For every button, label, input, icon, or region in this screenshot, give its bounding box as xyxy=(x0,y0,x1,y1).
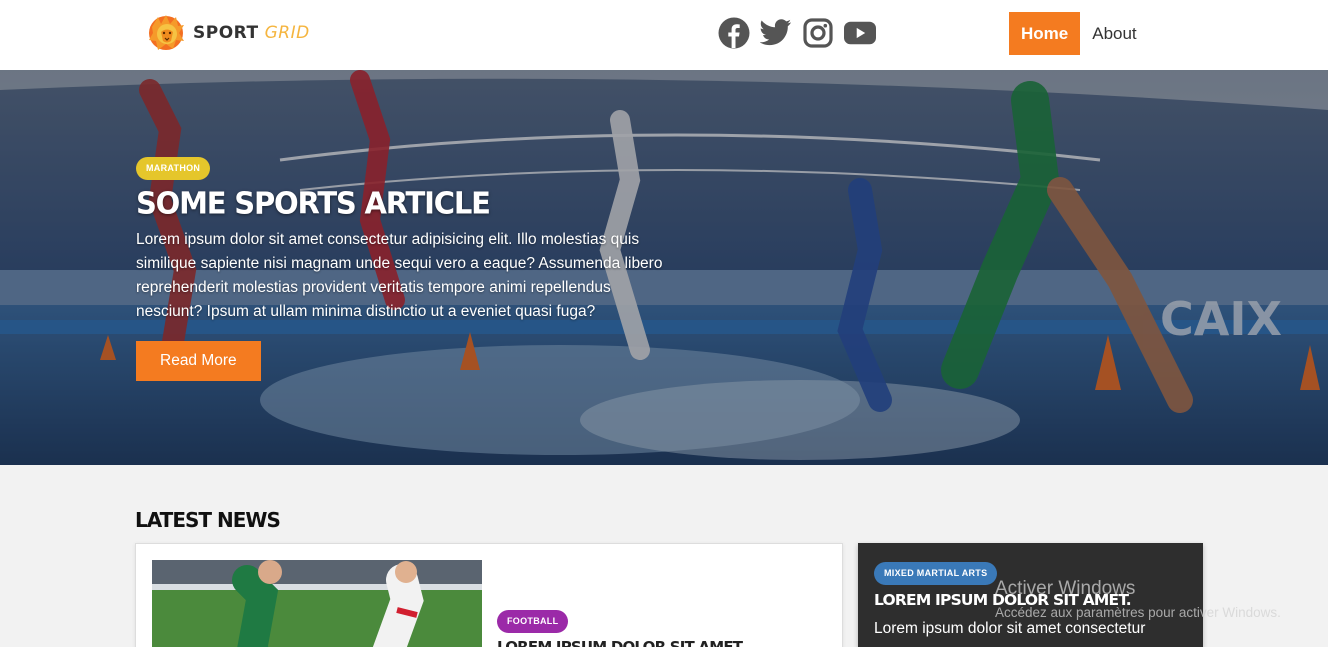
facebook-icon[interactable] xyxy=(718,17,750,49)
instagram-icon[interactable] xyxy=(802,17,834,49)
mma-card-body: MIXED MARTIAL ARTS LOREM IPSUM DOLOR SIT… xyxy=(874,562,1194,638)
main-nav: Home About xyxy=(1009,12,1149,55)
social-links xyxy=(718,17,876,49)
hero-description: Lorem ipsum dolor sit amet consectetur a… xyxy=(136,231,663,320)
mma-tag[interactable]: MIXED MARTIAL ARTS xyxy=(874,562,998,585)
football-image xyxy=(152,560,482,647)
brand-name-light: GRID xyxy=(264,23,310,43)
football-card-title[interactable]: LOREM IPSUM DOLOR SIT AMET. xyxy=(497,638,746,647)
hero-article: MARATHON SOME SPORTS ARTICLE Lorem ipsum… xyxy=(136,157,676,381)
brand-name-bold: SPORT xyxy=(193,23,259,43)
mma-card-title[interactable]: LOREM IPSUM DOLOR SIT AMET. xyxy=(874,591,1194,609)
news-card-football[interactable]: FOOTBALL LOREM IPSUM DOLOR SIT AMET. xyxy=(135,543,843,647)
brand-logo[interactable]: SPORT GRID xyxy=(146,13,310,53)
youtube-icon[interactable] xyxy=(844,17,876,49)
twitter-icon[interactable] xyxy=(760,17,792,49)
hero-title: SOME SPORTS ARTICLE xyxy=(136,185,491,221)
brand-name: SPORT GRID xyxy=(193,23,310,43)
mma-card-text: Lorem ipsum dolor sit amet consectetur xyxy=(874,620,1146,637)
news-card-mma[interactable]: MIXED MARTIAL ARTS LOREM IPSUM DOLOR SIT… xyxy=(858,543,1203,647)
nav-home-link[interactable]: Home xyxy=(1009,12,1081,55)
hero-banner: CAIX MARATHON SOME SPORTS ARTICLE Lorem … xyxy=(0,70,1328,465)
marathon-tag[interactable]: MARATHON xyxy=(136,157,211,180)
lion-logo-icon xyxy=(149,15,184,50)
navbar: SPORT GRID Home About xyxy=(0,0,1328,70)
read-more-button[interactable]: Read More xyxy=(136,341,261,381)
football-tag[interactable]: FOOTBALL xyxy=(497,610,569,633)
nav-about-link[interactable]: About xyxy=(1080,12,1148,55)
football-card-body: FOOTBALL LOREM IPSUM DOLOR SIT AMET. xyxy=(497,610,746,647)
latest-news-heading: LATEST NEWS xyxy=(135,508,281,532)
